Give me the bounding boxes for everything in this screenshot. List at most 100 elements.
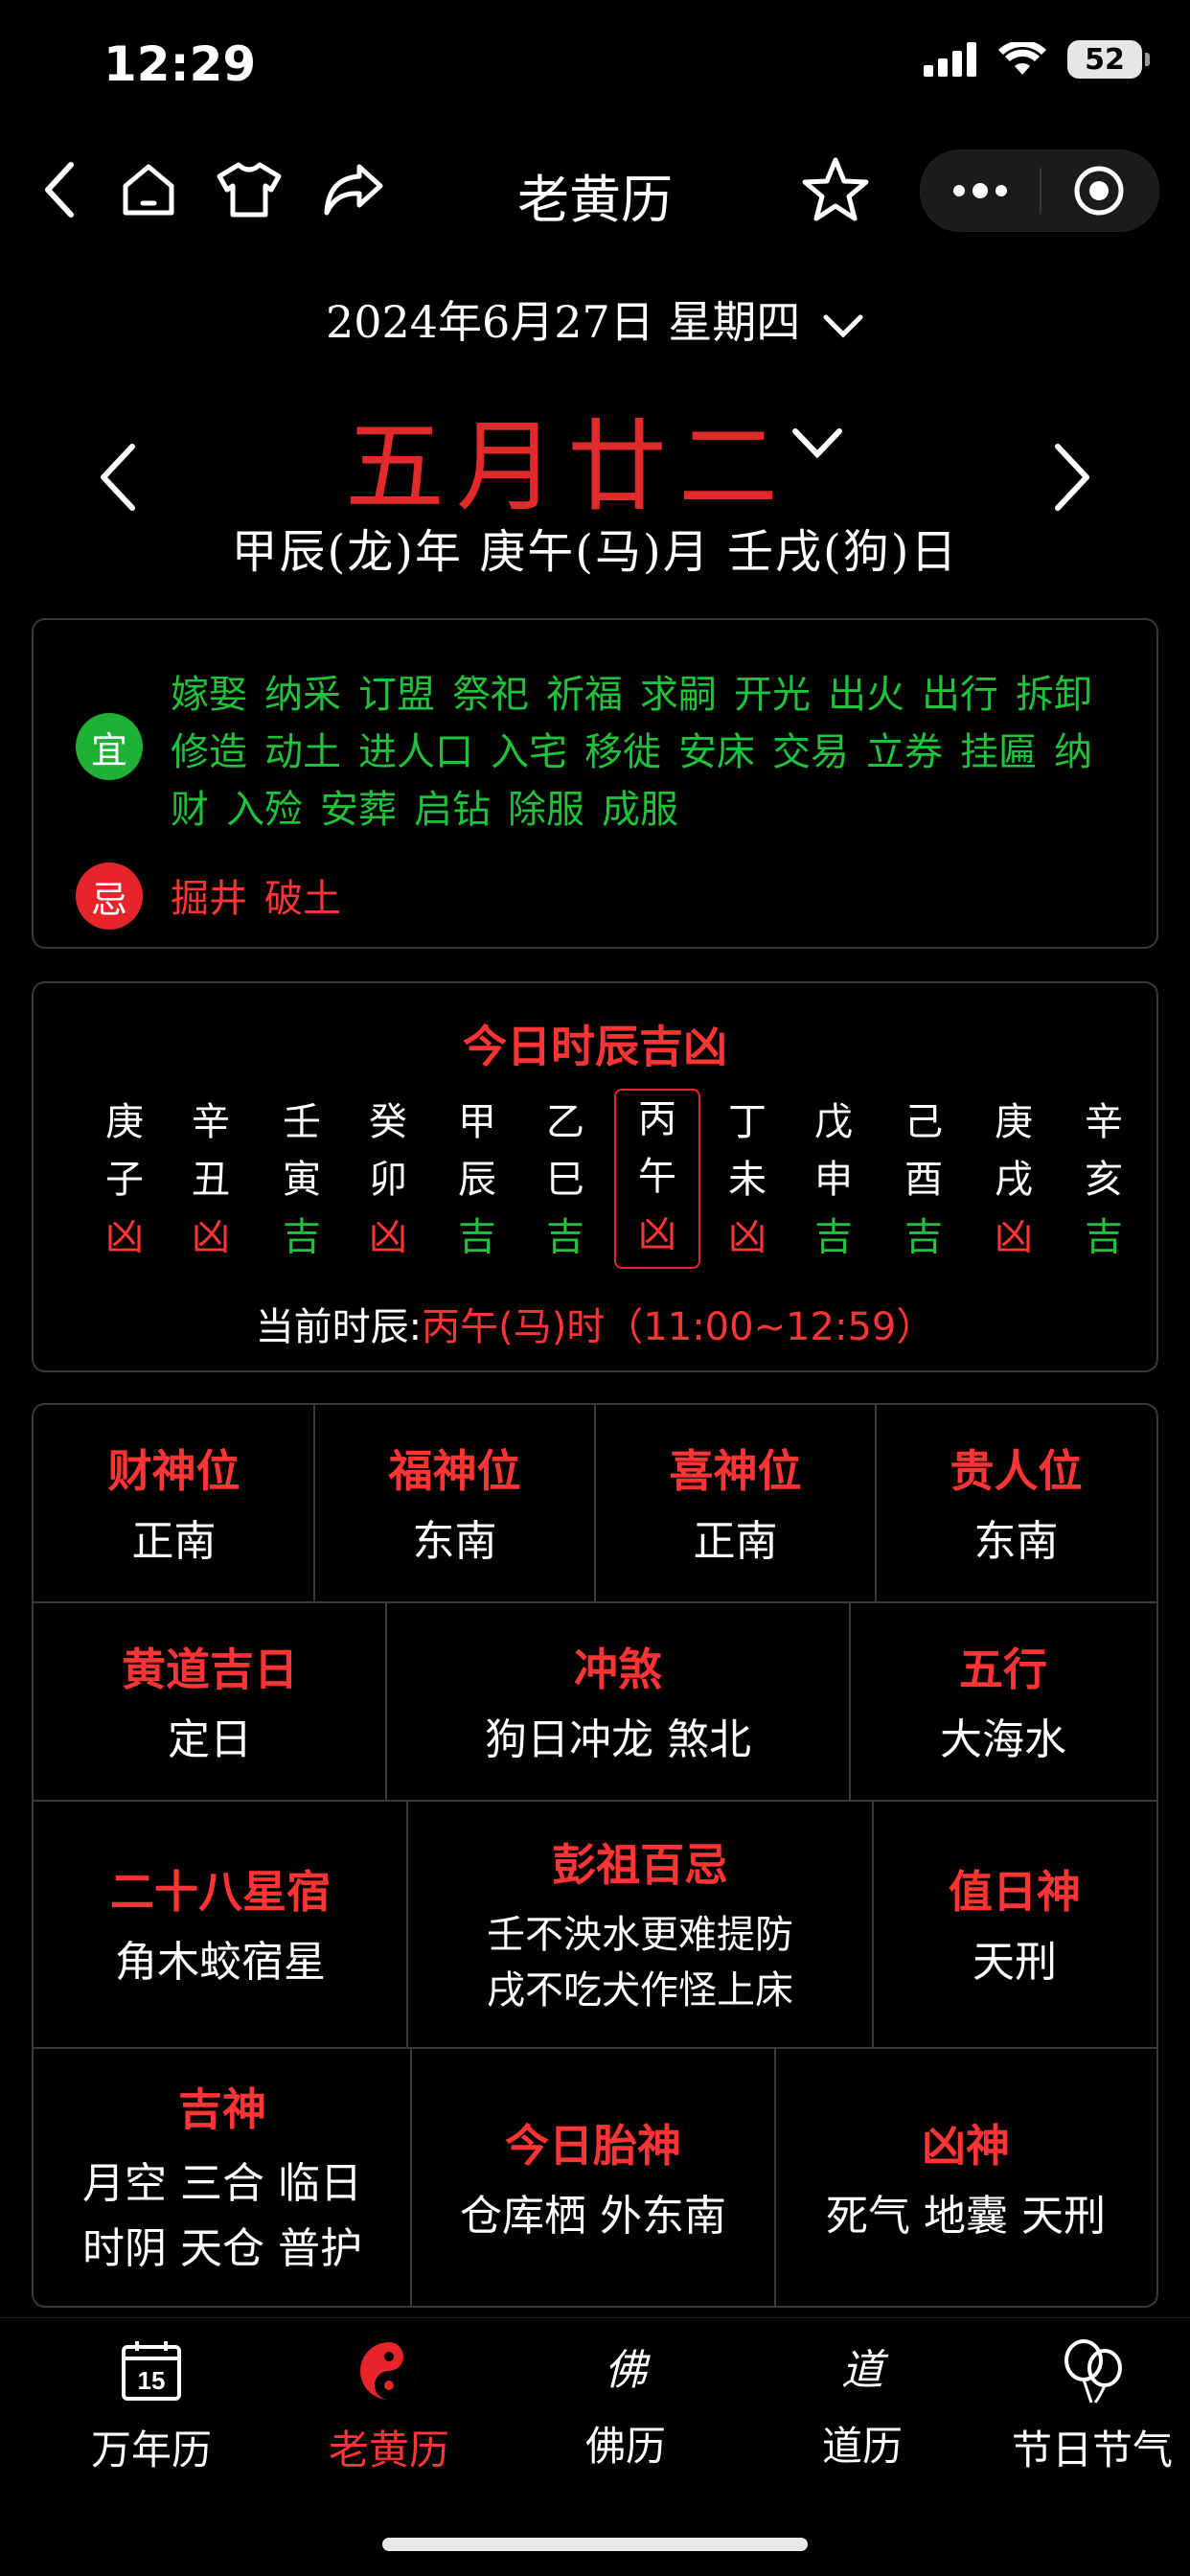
yi-item: 祭祀 xyxy=(452,673,529,717)
shichen-gan: 戊 xyxy=(814,1100,853,1144)
grid-divider xyxy=(875,1405,877,1601)
shichen-luck: 吉 xyxy=(814,1215,853,1259)
calendar-icon: 15 xyxy=(122,2341,181,2401)
tab-foli[interactable]: 佛 佛历 xyxy=(520,2337,731,2472)
guiren-cell: 贵人位 东南 xyxy=(876,1405,1156,1601)
chevron-down-icon xyxy=(823,314,863,338)
shichen-gan: 己 xyxy=(904,1100,943,1144)
shichen-column: 己酉吉 xyxy=(881,1093,967,1266)
fushen-cell: 福神位 东南 xyxy=(314,1405,595,1601)
yi-item: 出火 xyxy=(828,673,904,717)
pengzu-cell: 彭祖百忌 壬不泱水更难提防 戌不吃犬作怪上床 xyxy=(407,1802,873,2047)
wuxing-title: 五行 xyxy=(959,1643,1047,1695)
huangdao-cell: 黄道吉日 定日 xyxy=(34,1603,386,1800)
yi-item: 出行 xyxy=(922,673,998,717)
tab-daoli[interactable]: 道 道历 xyxy=(757,2337,968,2472)
tab-wannianli[interactable]: 15 万年历 xyxy=(46,2337,257,2476)
solar-date-picker[interactable]: 2024年6月27日 星期四 xyxy=(0,288,1190,351)
close-mini-program-button[interactable] xyxy=(1059,150,1139,231)
huangdao-title: 黄道吉日 xyxy=(122,1643,298,1695)
xiongshen-title: 凶神 xyxy=(922,2120,1010,2172)
shichen-zhi: 酉 xyxy=(904,1158,943,1202)
tab-bar: 15 万年历 老黄历 佛 佛历 道 道历 节日节气 xyxy=(0,2317,1190,2510)
chongsha-title: 冲煞 xyxy=(574,1643,662,1695)
jishen-title: 吉神 xyxy=(178,2083,266,2135)
grid-divider xyxy=(594,1405,596,1601)
record-icon xyxy=(1074,166,1124,216)
wifi-icon xyxy=(998,42,1046,75)
yi-item: 移徙 xyxy=(584,730,661,774)
shichen-luck: 吉 xyxy=(458,1215,496,1259)
xingxiu-value: 角木蛟宿星 xyxy=(115,1938,326,1987)
caishen-title: 财神位 xyxy=(107,1444,240,1497)
taishen-value: 仓库栖 外东南 xyxy=(460,2192,726,2241)
tab-jieri[interactable]: 节日节气 xyxy=(996,2337,1188,2476)
signal-icon xyxy=(924,42,976,77)
yi-item: 动土 xyxy=(264,730,341,774)
shichen-gan: 辛 xyxy=(1085,1100,1123,1144)
shichen-column: 癸卯凶 xyxy=(345,1093,431,1266)
jishen-line1: 月空 三合 临日 xyxy=(82,2159,362,2208)
ji-badge: 忌 xyxy=(76,862,143,930)
shichen-zhi: 戌 xyxy=(995,1158,1033,1202)
shichen-column: 甲辰吉 xyxy=(434,1093,520,1266)
pengzu-line1: 壬不泱水更难提防 xyxy=(487,1913,793,1957)
status-time: 12:29 xyxy=(103,36,257,92)
guiren-value: 东南 xyxy=(973,1516,1059,1566)
xishen-cell: 喜神位 正南 xyxy=(595,1405,876,1601)
current-shichen: 当前时辰:丙午(马)时（11:00~12:59） xyxy=(34,1296,1156,1351)
yi-item: 求嗣 xyxy=(640,673,717,717)
wuxing-cell: 五行 大海水 xyxy=(850,1603,1156,1800)
star-icon xyxy=(802,157,869,221)
chevron-down-icon xyxy=(792,428,842,459)
shichen-gan: 辛 xyxy=(192,1100,230,1144)
yinyang-icon xyxy=(360,2342,418,2400)
fushen-value: 东南 xyxy=(412,1516,497,1566)
shichen-luck: 凶 xyxy=(995,1215,1033,1259)
shichen-zhi: 巳 xyxy=(546,1158,584,1202)
shichen-gan: 乙 xyxy=(546,1100,584,1144)
grid-divider xyxy=(410,2049,412,2308)
ji-list: 掘井 破土 xyxy=(171,867,358,923)
shichen-luck: 凶 xyxy=(638,1212,676,1256)
shichen-zhi: 寅 xyxy=(283,1158,321,1202)
guiren-title: 贵人位 xyxy=(950,1444,1083,1497)
yi-item: 嫁娶 xyxy=(171,673,247,717)
yi-list: 嫁娶 纳采 订盟 祭祀 祈福 求嗣 开光 出火 出行 拆卸修造 动土 进人口 入宅 移徙 安床 交易 立券 挂匾纳… xyxy=(171,666,1138,839)
yi-item: 交易 xyxy=(772,730,849,774)
home-indicator[interactable] xyxy=(382,2538,808,2551)
yi-item: 开光 xyxy=(734,673,811,717)
yi-item: 除服 xyxy=(508,788,584,832)
xiongshen-value: 死气 地囊 天刑 xyxy=(826,2192,1106,2241)
fo-icon: 佛 xyxy=(605,2346,647,2395)
shichen-zhi: 子 xyxy=(105,1158,144,1202)
battery-icon: 52 xyxy=(1067,40,1150,79)
shichen-luck: 凶 xyxy=(105,1215,144,1259)
yi-ji-card: 宜 嫁娶 纳采 订盟 祭祀 祈福 求嗣 开光 出火 出行 拆卸修造 动土 进人口 入宅 移徙 安床 交易 立券挂… xyxy=(32,618,1158,949)
favorite-button[interactable] xyxy=(795,144,876,236)
shichen-luck: 凶 xyxy=(192,1215,230,1259)
zhishen-value: 天刑 xyxy=(973,1938,1057,1987)
navbar: 老黄历 xyxy=(0,144,1190,236)
balloon-icon xyxy=(1064,2339,1122,2404)
lunar-date: 五月廿二 xyxy=(344,408,790,525)
shichen-zhi: 午 xyxy=(638,1155,676,1199)
yi-item: 修造 xyxy=(171,730,247,774)
yi-item: 安葬 xyxy=(320,788,397,832)
more-icon xyxy=(953,183,1007,198)
tab-laohuangli[interactable]: 老黄历 xyxy=(284,2337,494,2476)
dao-icon: 道 xyxy=(841,2346,883,2395)
taishen-title: 今日胎神 xyxy=(505,2120,681,2172)
chongsha-cell: 冲煞 狗日冲龙 煞北 xyxy=(386,1603,850,1800)
more-button[interactable] xyxy=(940,150,1020,231)
ji-item: 掘井 xyxy=(171,877,247,921)
chongsha-value: 狗日冲龙 煞北 xyxy=(485,1714,751,1764)
yi-item: 安床 xyxy=(678,730,755,774)
tab-label: 老黄历 xyxy=(328,2426,449,2473)
grid-divider xyxy=(313,1405,315,1601)
lunar-date-picker[interactable]: 五月廿二 xyxy=(0,385,1190,530)
shichen-column: 辛丑凶 xyxy=(168,1093,254,1266)
shichen-column: 庚子凶 xyxy=(81,1093,168,1266)
grid-divider xyxy=(406,1802,408,2047)
shichen-zhi: 未 xyxy=(728,1158,767,1202)
